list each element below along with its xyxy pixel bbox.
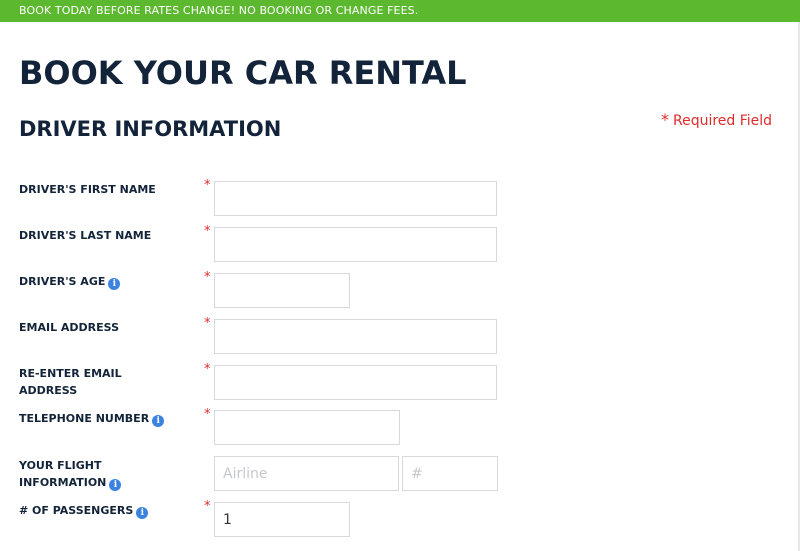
email-input[interactable] — [214, 319, 497, 354]
info-icon[interactable]: i — [136, 507, 149, 519]
telephone-label: TELEPHONE NUMBER i — [19, 410, 199, 427]
last-name-input[interactable] — [214, 227, 497, 262]
first-name-label: DRIVER'S FIRST NAME — [19, 183, 156, 196]
required-asterisk-icon: * — [204, 270, 211, 285]
first-name-input[interactable] — [214, 181, 497, 216]
flight-info-label: YOUR FLIGHT INFORMATION i — [19, 457, 149, 491]
flight-number-input[interactable] — [402, 456, 498, 491]
required-asterisk-icon: * — [204, 316, 211, 331]
required-asterisk-icon: * — [204, 499, 211, 514]
promo-banner-text: BOOK TODAY BEFORE RATES CHANGE! NO BOOKI… — [19, 4, 419, 17]
required-asterisk-icon: * — [204, 178, 211, 193]
required-asterisk-icon: * — [204, 224, 211, 239]
reenter-email-input[interactable] — [214, 365, 497, 400]
telephone-input[interactable] — [214, 410, 400, 445]
section-title: DRIVER INFORMATION — [19, 117, 282, 141]
last-name-label: DRIVER'S LAST NAME — [19, 229, 152, 242]
passengers-input[interactable] — [214, 502, 350, 537]
age-label: DRIVER'S AGE i — [19, 273, 199, 290]
passengers-label: # OF PASSENGERS i — [19, 502, 199, 519]
age-input[interactable] — [214, 273, 350, 308]
airline-input[interactable] — [214, 456, 399, 491]
required-asterisk-icon: * — [204, 362, 211, 377]
info-icon[interactable]: i — [108, 278, 121, 290]
info-icon[interactable]: i — [152, 415, 165, 427]
promo-banner: BOOK TODAY BEFORE RATES CHANGE! NO BOOKI… — [0, 0, 800, 22]
required-field-note: * Required Field — [661, 110, 772, 129]
required-asterisk-icon: * — [661, 110, 669, 129]
required-field-text: Required Field — [673, 113, 773, 129]
info-icon[interactable]: i — [109, 479, 122, 491]
reenter-email-label: RE-ENTER EMAIL ADDRESS — [19, 367, 122, 397]
page-title: BOOK YOUR CAR RENTAL — [19, 54, 467, 92]
email-label: EMAIL ADDRESS — [19, 321, 120, 334]
required-asterisk-icon: * — [204, 407, 211, 422]
